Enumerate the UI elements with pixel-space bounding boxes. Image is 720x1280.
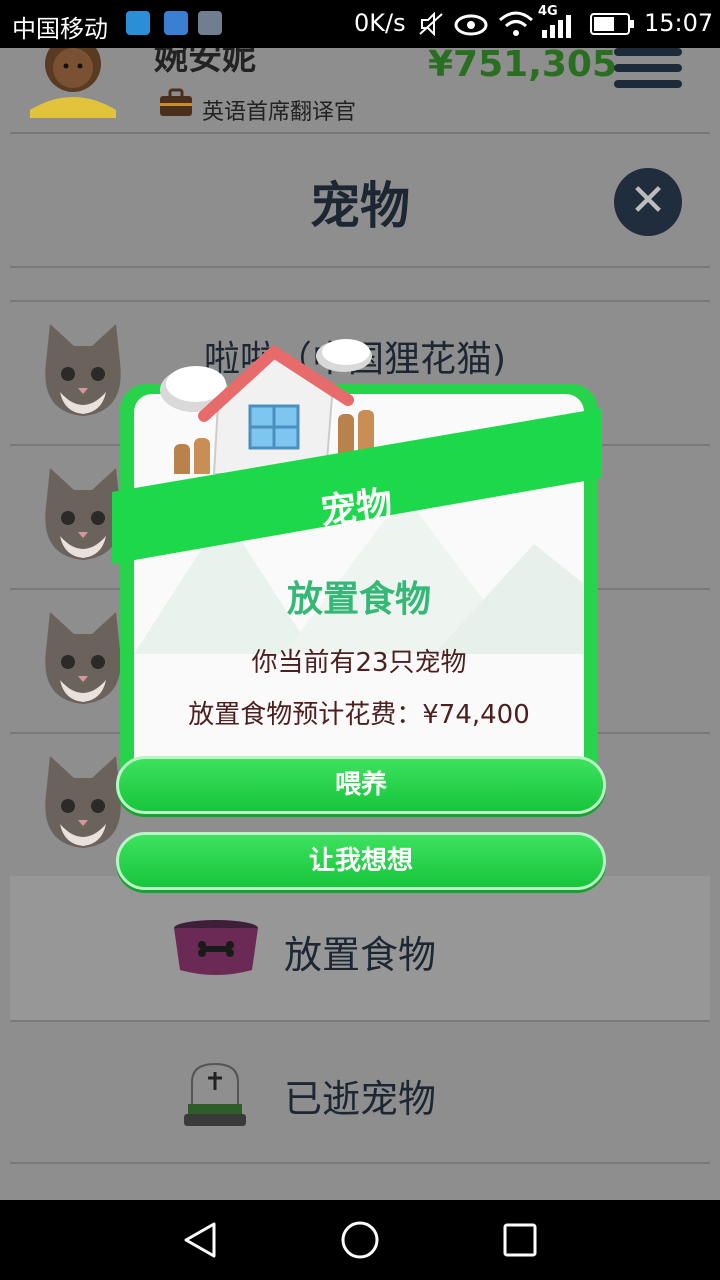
network-speed: 0K/s bbox=[354, 9, 406, 37]
pet-count-text: 你当前有23只宠物 bbox=[251, 648, 467, 678]
avatar[interactable] bbox=[30, 48, 116, 118]
dialog-ribbon-title: 宠物 bbox=[318, 483, 395, 534]
divider bbox=[10, 266, 710, 268]
cost-text: 放置食物预计花费：¥74,400 bbox=[188, 700, 530, 730]
back-icon[interactable] bbox=[182, 1220, 218, 1260]
battery-icon bbox=[590, 13, 634, 35]
profile-header: 婉安妮 英语首席翻译官 ¥751,305 bbox=[0, 48, 720, 132]
gallery-app-icon bbox=[198, 11, 222, 35]
cat-avatar-icon[interactable] bbox=[40, 754, 126, 850]
header-divider bbox=[10, 132, 710, 134]
food-bowl-icon bbox=[174, 920, 258, 975]
status-bar: 中国移动 0K/s 4G 15:07 bbox=[0, 0, 720, 48]
player-name: 婉安妮 bbox=[154, 48, 256, 78]
eye-comfort-icon bbox=[454, 14, 488, 36]
close-button[interactable]: ✕ bbox=[614, 168, 682, 236]
cat-avatar-icon[interactable] bbox=[40, 322, 126, 418]
health-app-icon bbox=[164, 11, 188, 35]
recents-icon[interactable] bbox=[502, 1222, 538, 1258]
navigation-bar bbox=[0, 1200, 720, 1280]
feed-button[interactable]: 喂养 bbox=[116, 756, 606, 814]
tombstone-icon bbox=[184, 1062, 246, 1126]
location-app-icon bbox=[126, 11, 150, 35]
feed-label: 放置食物 bbox=[284, 933, 437, 977]
cat-avatar-icon[interactable] bbox=[40, 610, 126, 706]
app-screen: 婉安妮 英语首席翻译官 ¥751,305 宠物 ✕ 放置食物 已逝宠物 宠物 放… bbox=[0, 48, 720, 1200]
dialog-title: 放置食物 bbox=[286, 579, 431, 620]
divider bbox=[10, 1020, 710, 1022]
divider bbox=[10, 300, 710, 302]
menu-icon[interactable] bbox=[614, 48, 682, 88]
briefcase-icon bbox=[160, 88, 192, 116]
divider bbox=[10, 1162, 710, 1164]
feed-dialog: 宠物 放置食物 你当前有23只宠物 放置食物预计花费：¥74,400 bbox=[112, 339, 602, 816]
job-title: 英语首席翻译官 bbox=[202, 100, 357, 125]
home-icon[interactable] bbox=[340, 1220, 380, 1260]
signal-icon bbox=[542, 15, 571, 38]
clock: 15:07 bbox=[644, 9, 714, 37]
wifi-icon bbox=[499, 11, 533, 36]
think-again-button[interactable]: 让我想想 bbox=[116, 832, 606, 890]
deceased-pets-label[interactable]: 已逝宠物 bbox=[284, 1068, 436, 1123]
page-title: 宠物 bbox=[310, 177, 410, 235]
carrier-label: 中国移动 bbox=[12, 15, 108, 43]
money-balance: ¥751,305 bbox=[428, 48, 618, 85]
mute-icon bbox=[419, 12, 443, 36]
